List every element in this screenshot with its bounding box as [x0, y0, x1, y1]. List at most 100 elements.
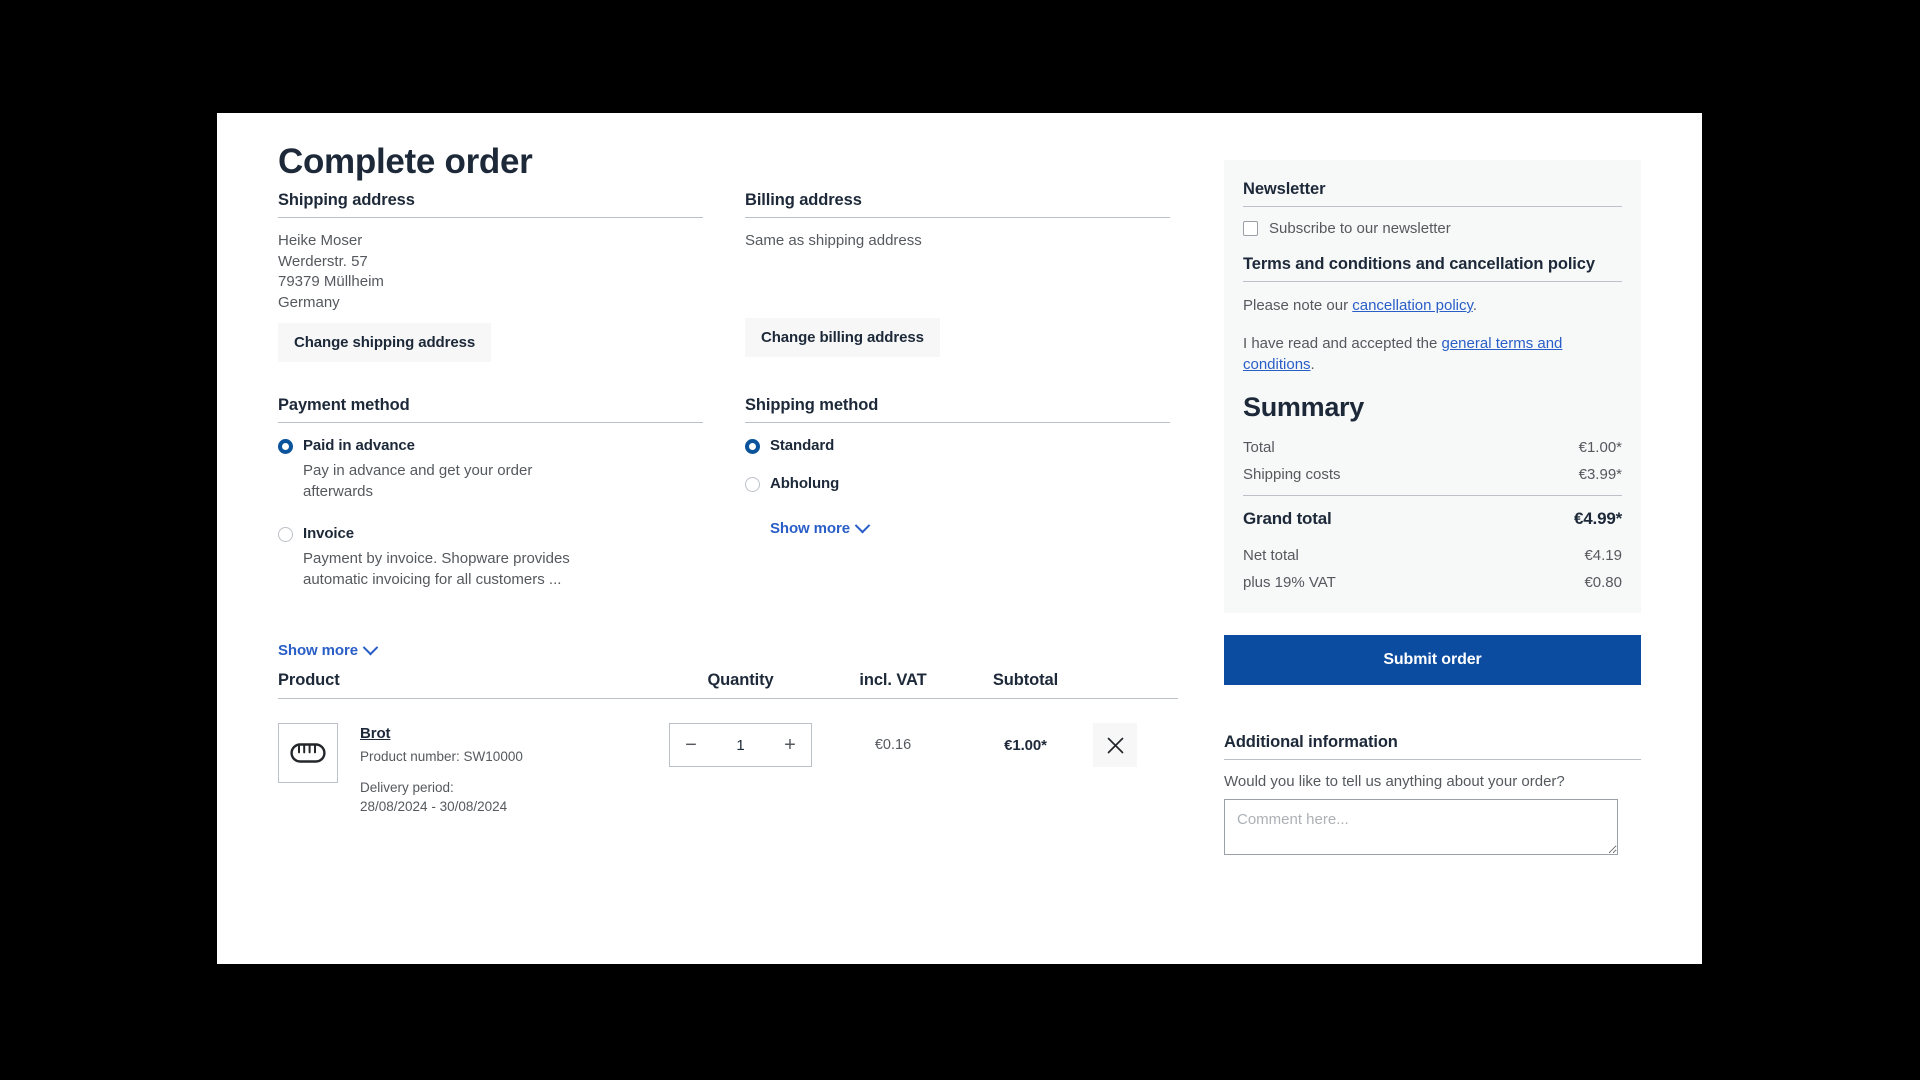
shipping-method-rule: [745, 422, 1170, 423]
remove-cell: [1093, 723, 1178, 767]
shipping-spacer: [745, 498, 1170, 520]
summary-row-net-total: Net total €4.19: [1243, 547, 1622, 564]
change-billing-address-button[interactable]: Change billing address: [745, 317, 940, 357]
chevron-down-icon: [362, 639, 379, 656]
summary-label-grand-total: Grand total: [1243, 509, 1332, 528]
additional-information-section: Additional information Would you like to…: [1224, 733, 1641, 860]
main-column: Complete order Shipping address Heike Mo…: [278, 142, 1178, 816]
summary-row-total: Total €1.00*: [1243, 439, 1622, 456]
payment-method-block: Payment method Paid in advance Pay in ad…: [278, 396, 703, 660]
sidebar-column: Newsletter Subscribe to our newsletter T…: [1224, 160, 1641, 860]
payment-show-more-label: Show more: [278, 642, 358, 659]
billing-spacer: [745, 252, 1170, 308]
radio-icon-abholung[interactable]: [745, 477, 760, 492]
product-name-link[interactable]: Brot: [360, 725, 523, 742]
shipping-method-heading: Shipping method: [745, 396, 879, 414]
summary-value-shipping: €3.99*: [1578, 466, 1622, 483]
subtotal-value: €1.00*: [1004, 736, 1047, 754]
payment-option-label-0: Paid in advance: [303, 437, 415, 454]
cancellation-policy-link[interactable]: cancellation policy: [1352, 297, 1473, 314]
payment-spacer: [278, 612, 703, 642]
table-row: Brot Product number: SW10000 Delivery pe…: [278, 699, 1178, 816]
terms-heading: Terms and conditions and cancellation po…: [1243, 255, 1595, 273]
column-header-vat: incl. VAT: [859, 671, 927, 689]
shipping-address-line-1: Heike Moser: [278, 232, 363, 249]
shipping-option-standard[interactable]: Standard: [745, 436, 1170, 456]
column-header-subtotal: Subtotal: [992, 671, 1059, 689]
remove-product-button[interactable]: [1093, 723, 1137, 767]
payment-option-paid-in-advance[interactable]: Paid in advance: [278, 436, 703, 456]
column-header-quantity: Quantity: [707, 671, 774, 689]
addresses-section: Shipping address Heike Moser Werderstr. …: [278, 191, 1178, 396]
change-shipping-address-button[interactable]: Change shipping address: [278, 323, 492, 362]
summary-rule: [1243, 495, 1622, 496]
accept-terms-suffix: .: [1310, 356, 1315, 373]
payment-show-more-link[interactable]: Show more: [278, 639, 379, 659]
cancellation-policy-suffix: .: [1472, 297, 1478, 314]
shipping-address-rule: [278, 217, 703, 218]
quantity-stepper[interactable]: − 1 +: [669, 723, 812, 767]
billing-address-block: Billing address Same as shipping address…: [745, 191, 1170, 357]
column-header-product: Product: [278, 671, 340, 689]
quantity-cell: − 1 +: [653, 723, 828, 767]
bread-loaf-icon: [290, 743, 326, 763]
shipping-method-block: Shipping method Standard Abholung Show m…: [745, 396, 1170, 538]
summary-row-shipping: Shipping costs €3.99*: [1243, 466, 1622, 483]
quantity-increase-button[interactable]: +: [769, 724, 811, 766]
checkbox-icon-newsletter[interactable]: [1243, 221, 1258, 236]
product-info: Brot Product number: SW10000 Delivery pe…: [360, 723, 523, 816]
payment-method-heading: Payment method: [278, 396, 410, 414]
product-thumbnail[interactable]: [278, 723, 338, 783]
shipping-address-block: Shipping address Heike Moser Werderstr. …: [278, 191, 703, 362]
shipping-address-heading: Shipping address: [278, 191, 415, 209]
cancellation-policy-prefix: Please note our: [1243, 297, 1353, 314]
summary-title: Summary: [1243, 392, 1364, 422]
product-table-header: Product Quantity incl. VAT Subtotal: [278, 671, 1178, 698]
comment-input[interactable]: [1224, 799, 1618, 855]
vat-value: €0.16: [874, 737, 912, 753]
page-sheet: Complete order Shipping address Heike Mo…: [217, 113, 1702, 964]
shipping-address-line-2: Werderstr. 57: [278, 252, 368, 270]
newsletter-subscribe-row[interactable]: Subscribe to our newsletter: [1243, 220, 1622, 237]
additional-information-rule: [1224, 759, 1641, 760]
chevron-down-icon: [854, 517, 871, 534]
checkout-summary-panel: Newsletter Subscribe to our newsletter T…: [1224, 160, 1641, 613]
subtotal-cell: €1.00*: [958, 723, 1093, 767]
accept-terms-prefix: I have read and accepted the: [1243, 335, 1442, 352]
payment-option-desc-0: Pay in advance and get your order afterw…: [303, 462, 533, 500]
product-cell: Brot Product number: SW10000 Delivery pe…: [278, 723, 653, 816]
screen-root: Complete order Shipping address Heike Mo…: [0, 0, 1920, 1080]
page-inner: Complete order Shipping address Heike Mo…: [278, 142, 1641, 943]
product-delivery-period: Delivery period: 28/08/2024 - 30/08/2024: [360, 780, 508, 814]
methods-section: Payment method Paid in advance Pay in ad…: [278, 396, 1178, 671]
submit-order-button[interactable]: Submit order: [1224, 635, 1641, 685]
summary-value-total: €1.00*: [1578, 439, 1622, 456]
payment-method-rule: [278, 422, 703, 423]
payment-option-invoice[interactable]: Invoice: [278, 524, 703, 544]
summary-label-total: Total: [1243, 439, 1275, 456]
quantity-value: 1: [736, 736, 745, 754]
terms-rule: [1243, 281, 1622, 282]
product-table: Product Quantity incl. VAT Subtotal Brot…: [278, 671, 1178, 816]
radio-icon-invoice[interactable]: [278, 527, 293, 542]
shipping-address-line-4: Germany: [278, 293, 340, 311]
shipping-show-more-link[interactable]: Show more: [770, 517, 871, 537]
newsletter-rule: [1243, 206, 1622, 207]
radio-icon-paid-in-advance[interactable]: [278, 439, 293, 454]
summary-value-grand-total: €4.99*: [1574, 509, 1622, 528]
shipping-address-line-3: 79379 Müllheim: [278, 273, 384, 290]
additional-information-heading: Additional information: [1224, 733, 1398, 751]
summary-row-grand-total: Grand total €4.99*: [1243, 509, 1622, 529]
product-number: Product number: SW10000: [360, 749, 523, 764]
shipping-show-more-label: Show more: [770, 520, 850, 537]
shipping-option-label-1: Abholung: [770, 475, 840, 492]
summary-row-vat: plus 19% VAT €0.80: [1243, 574, 1622, 591]
shipping-option-abholung[interactable]: Abholung: [745, 474, 1170, 494]
summary-label-net-total: Net total: [1243, 547, 1299, 564]
summary-label-shipping: Shipping costs: [1243, 466, 1341, 483]
radio-icon-standard[interactable]: [745, 439, 760, 454]
quantity-decrease-button[interactable]: −: [670, 724, 712, 766]
billing-address-rule: [745, 217, 1170, 218]
summary-label-vat: plus 19% VAT: [1243, 574, 1336, 591]
page-title: Complete order: [278, 142, 533, 181]
